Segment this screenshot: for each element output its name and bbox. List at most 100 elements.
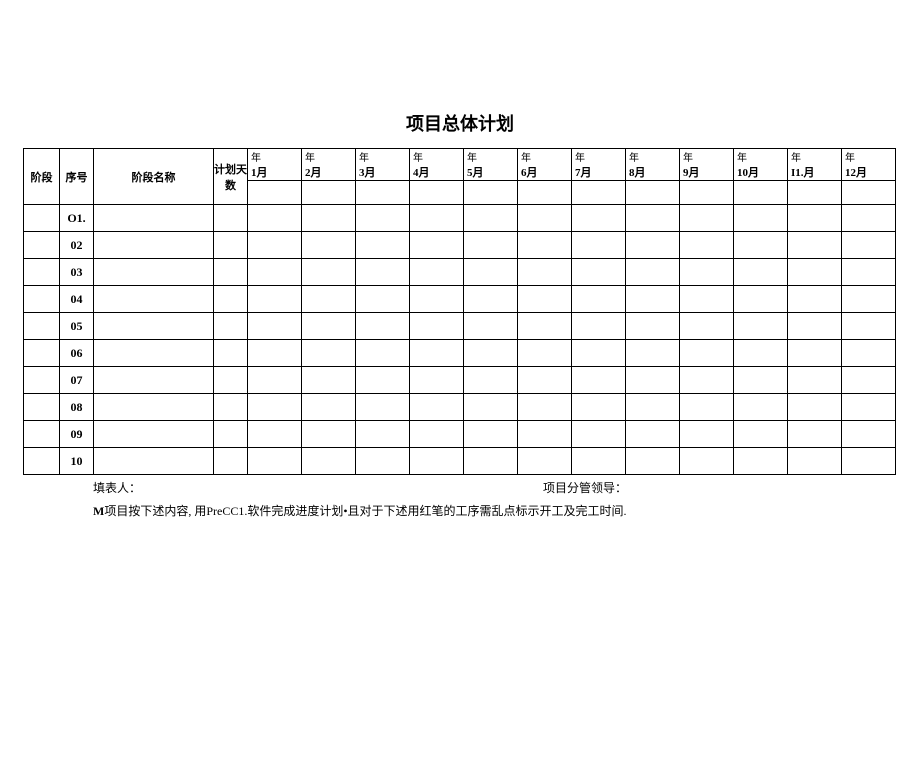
stage-cell — [24, 340, 60, 367]
table-row: 05 — [24, 313, 896, 340]
month-cell — [626, 367, 680, 394]
header-stage: 阶段 — [24, 149, 60, 205]
month-cell — [356, 313, 410, 340]
table-row: 07 — [24, 367, 896, 394]
table-row: 08 — [24, 394, 896, 421]
month-cell — [572, 421, 626, 448]
month-cell — [572, 448, 626, 475]
month-cell — [842, 448, 896, 475]
header-month-2: 年2月 — [302, 149, 356, 181]
month-cell — [680, 259, 734, 286]
month-cell — [518, 394, 572, 421]
month-cell — [626, 232, 680, 259]
month-cell — [464, 448, 518, 475]
header-month-8: 年8月 — [626, 149, 680, 181]
header-month-11: 年I1.月 — [788, 149, 842, 181]
month-cell — [572, 340, 626, 367]
month-cell — [680, 340, 734, 367]
month-cell — [248, 286, 302, 313]
month-cell — [518, 340, 572, 367]
table-row: O1. — [24, 205, 896, 232]
header-month-4: 年4月 — [410, 149, 464, 181]
month-cell — [410, 259, 464, 286]
header-month-6: 年6月 — [518, 149, 572, 181]
month-cell — [248, 340, 302, 367]
table-row: 06 — [24, 340, 896, 367]
month-cell — [842, 313, 896, 340]
month-cell — [248, 421, 302, 448]
month-cell — [410, 205, 464, 232]
month-cell — [410, 313, 464, 340]
table-row: 10 — [24, 448, 896, 475]
subcell — [788, 181, 842, 205]
header-month-10: 年10月 — [734, 149, 788, 181]
month-cell — [626, 340, 680, 367]
month-cell — [572, 367, 626, 394]
month-cell — [248, 205, 302, 232]
month-cell — [410, 340, 464, 367]
month-cell — [626, 448, 680, 475]
header-row: 阶段 序号 阶段名称 计划天数 年1月 年2月 年3月 年4月 年5月 年6月 … — [24, 149, 896, 181]
month-cell — [410, 421, 464, 448]
month-cell — [518, 367, 572, 394]
table-row: 03 — [24, 259, 896, 286]
table-row: 04 — [24, 286, 896, 313]
month-cell — [680, 448, 734, 475]
month-cell — [518, 232, 572, 259]
month-cell — [572, 394, 626, 421]
month-cell — [518, 313, 572, 340]
seq-cell: 02 — [60, 232, 94, 259]
month-cell — [680, 313, 734, 340]
month-cell — [572, 259, 626, 286]
stage-cell — [24, 286, 60, 313]
note-prefix: M — [93, 504, 104, 518]
month-cell — [626, 205, 680, 232]
month-cell — [248, 394, 302, 421]
month-cell — [842, 394, 896, 421]
month-cell — [464, 205, 518, 232]
month-cell — [302, 448, 356, 475]
month-cell — [410, 232, 464, 259]
name-cell — [94, 367, 214, 394]
subcell — [248, 181, 302, 205]
month-cell — [788, 340, 842, 367]
stage-cell — [24, 232, 60, 259]
subcell — [410, 181, 464, 205]
header-seq: 序号 — [60, 149, 94, 205]
month-cell — [356, 421, 410, 448]
month-cell — [842, 367, 896, 394]
month-cell — [842, 421, 896, 448]
seq-cell: O1. — [60, 205, 94, 232]
days-cell — [214, 448, 248, 475]
month-cell — [464, 421, 518, 448]
header-month-3: 年3月 — [356, 149, 410, 181]
days-cell — [214, 340, 248, 367]
seq-cell: 06 — [60, 340, 94, 367]
month-cell — [680, 232, 734, 259]
month-cell — [356, 232, 410, 259]
month-cell — [248, 448, 302, 475]
header-month-5: 年5月 — [464, 149, 518, 181]
month-cell — [248, 259, 302, 286]
plan-table-wrap: 阶段 序号 阶段名称 计划天数 年1月 年2月 年3月 年4月 年5月 年6月 … — [23, 148, 895, 475]
subcell — [464, 181, 518, 205]
table-row: 02 — [24, 232, 896, 259]
leader-label: 项目分管领导： — [543, 479, 895, 496]
preparer-label: 填表人： — [23, 479, 543, 496]
month-cell — [788, 313, 842, 340]
name-cell — [94, 421, 214, 448]
month-cell — [788, 232, 842, 259]
month-cell — [680, 286, 734, 313]
month-cell — [302, 259, 356, 286]
seq-cell: 08 — [60, 394, 94, 421]
month-cell — [356, 205, 410, 232]
month-cell — [302, 421, 356, 448]
month-cell — [788, 448, 842, 475]
month-cell — [680, 421, 734, 448]
subcell — [302, 181, 356, 205]
month-cell — [842, 286, 896, 313]
month-cell — [464, 232, 518, 259]
subcell — [572, 181, 626, 205]
month-cell — [788, 205, 842, 232]
plan-table: 阶段 序号 阶段名称 计划天数 年1月 年2月 年3月 年4月 年5月 年6月 … — [23, 148, 896, 475]
